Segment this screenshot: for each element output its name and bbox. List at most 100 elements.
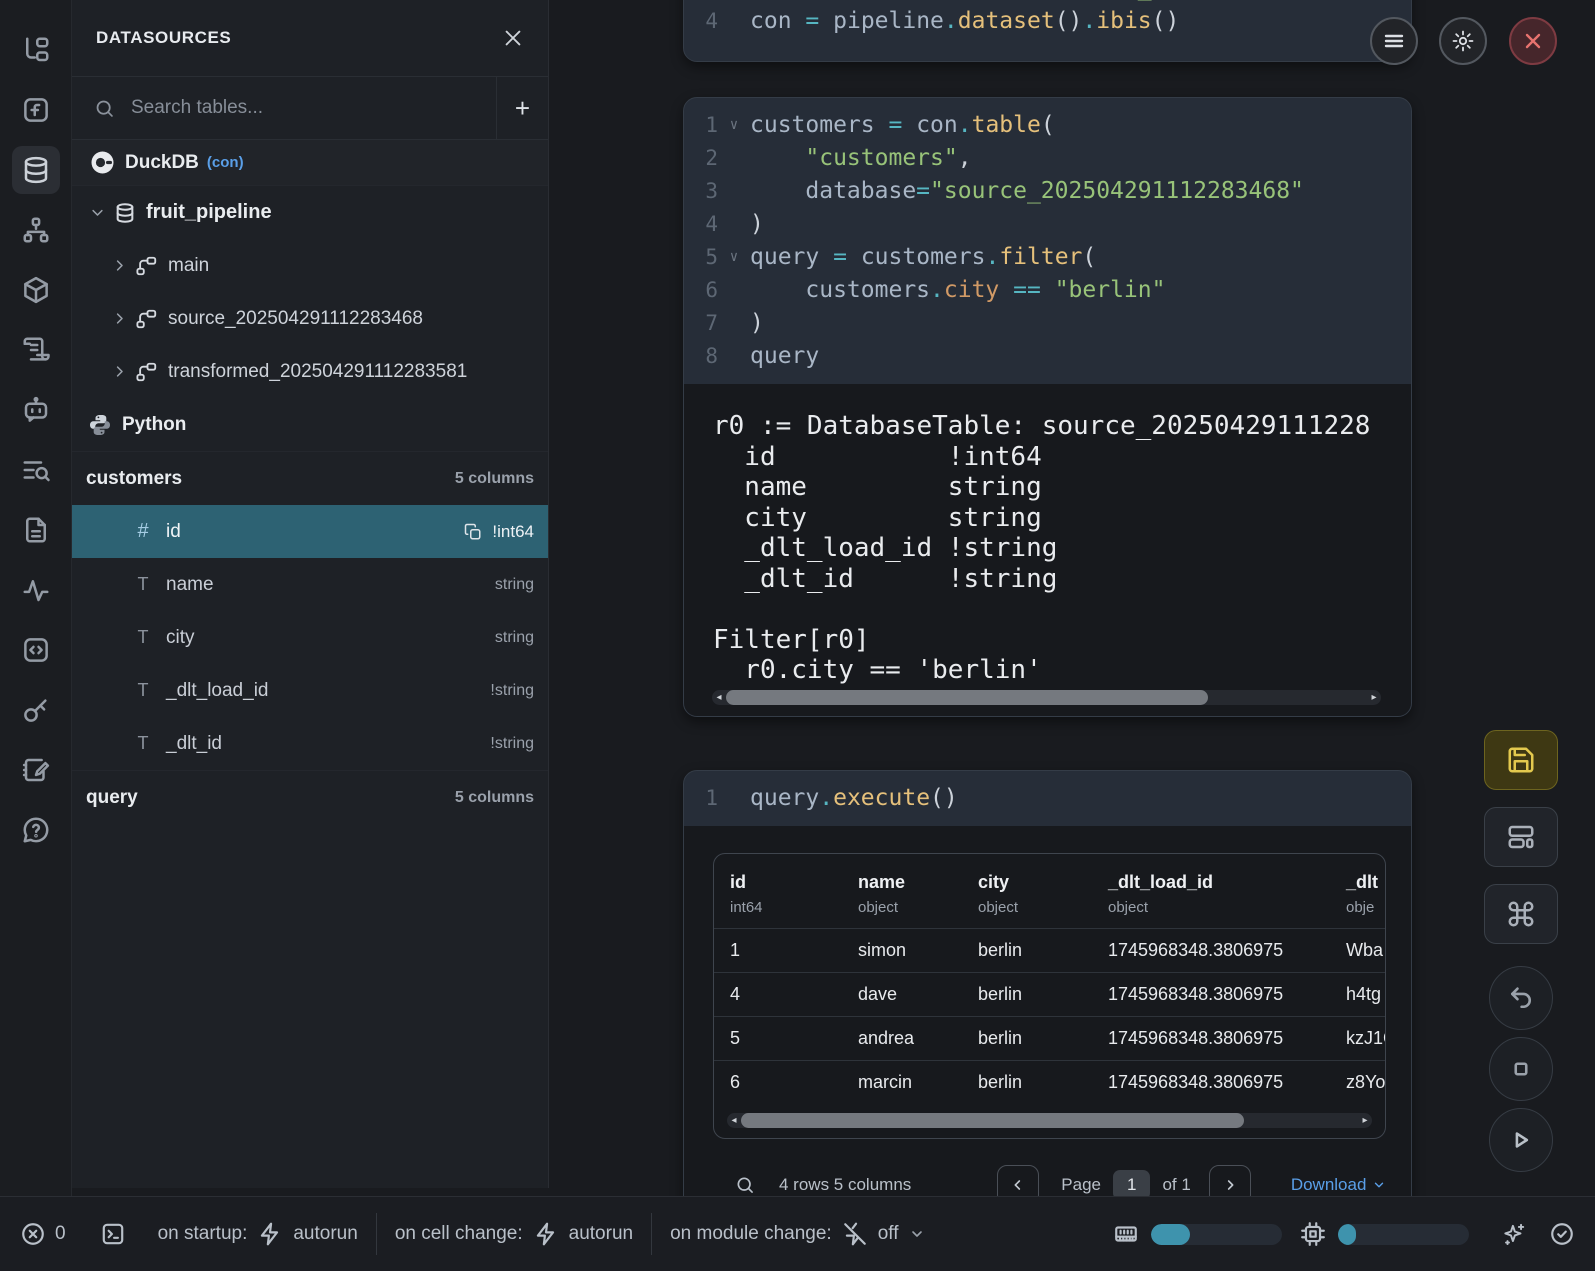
shutdown-button[interactable] [1509,17,1557,65]
on-module-change-value: off [878,1223,899,1245]
table-name: query [86,787,138,809]
column-header[interactable]: idint64 [714,872,842,916]
tree-schema-source[interactable]: source_202504291112283468 [72,292,548,345]
copy-icon[interactable] [464,523,482,541]
table-row[interactable]: 4daveberlin1745968348.3806975h4tg [714,972,1385,1016]
column-header[interactable]: nameobject [842,872,962,916]
code-cell-3[interactable]: 1query.execute() idint64nameobjectcityob… [683,770,1412,1247]
add-datasource-button[interactable]: + [496,77,548,139]
download-link[interactable]: Download [1291,1175,1387,1195]
code-line[interactable]: 2 "customers", [684,141,1411,174]
workflow-icon[interactable] [12,206,60,254]
tree-schema-main[interactable]: main [72,239,548,292]
box-icon[interactable] [12,266,60,314]
code-line[interactable]: 1∨customers = con.table( [684,108,1411,141]
python-section-label: Python [122,414,186,436]
scroll-right-arrow[interactable]: ▸ [1358,1113,1372,1128]
code-line[interactable]: 1query.execute() [684,781,1411,814]
code-line[interactable]: 6 customers.city == "berlin" [684,273,1411,306]
scroll-icon[interactable] [12,326,60,374]
on-module-change-toggle[interactable]: on module change: off [670,1221,924,1247]
undo-button[interactable] [1489,966,1553,1030]
sparkles-icon[interactable] [1501,1221,1527,1247]
column-name: name [166,574,214,596]
scrollbar-thumb[interactable] [741,1113,1244,1128]
save-button[interactable] [1484,730,1558,790]
result-table-body: 1simonberlin1745968348.3806975Wba4davebe… [714,928,1385,1104]
list-search-icon[interactable] [12,446,60,494]
scrollbar-thumb[interactable] [726,690,1208,705]
on-cell-change-label: on cell change: [395,1223,523,1245]
status-bar: 0 on startup: autorun on cell change: au… [0,1196,1595,1271]
key-icon[interactable] [12,686,60,734]
table-header-query[interactable]: query 5 columns [72,770,548,824]
on-cell-change-toggle[interactable]: on cell change: autorun [395,1221,633,1247]
tree-schema-transformed[interactable]: transformed_202504291112283581 [72,345,548,398]
numeric-type-icon: # [132,520,154,543]
code-editor[interactable]: 1∨customers = con.table(2 "customers",3 … [684,98,1411,384]
code-square-icon[interactable] [12,626,60,674]
column-header[interactable]: _dltobje [1330,872,1385,916]
activity-icon[interactable] [12,566,60,614]
terminal-icon[interactable] [100,1221,126,1247]
column-header[interactable]: cityobject [962,872,1092,916]
horizontal-scrollbar[interactable]: ◂ ▸ [712,690,1381,705]
code-editor[interactable]: 3pipeline = dlt.attach("fruit_pipeline")… [684,0,1411,61]
table-row[interactable]: 6marcinberlin1745968348.3806975z8Yo [714,1060,1385,1104]
close-panel-icon[interactable] [502,27,524,49]
layout-button[interactable] [1484,807,1558,867]
search-tables-input[interactable] [131,97,496,119]
python-section[interactable]: Python [72,398,548,451]
connected-check-icon[interactable] [1549,1221,1575,1247]
table-search-icon[interactable] [735,1175,755,1195]
scroll-left-arrow[interactable]: ◂ [712,690,726,705]
code-line[interactable]: 4) [684,207,1411,240]
file-tree-icon[interactable] [12,26,60,74]
on-startup-label: on startup: [158,1223,248,1245]
column-type: !string [490,682,534,700]
schema-icon [136,255,158,277]
scroll-right-arrow[interactable]: ▸ [1367,690,1381,705]
code-line[interactable]: 7) [684,306,1411,339]
stop-button[interactable] [1489,1037,1553,1101]
code-line[interactable]: 8query [684,339,1411,372]
code-editor[interactable]: 1query.execute() [684,771,1411,826]
command-palette-button[interactable] [1484,884,1558,944]
table-column-count: 5 columns [455,470,534,488]
help-circle-icon[interactable] [12,806,60,854]
function-square-icon[interactable] [12,86,60,134]
table-row[interactable]: 5andreaberlin1745968348.3806975kzJ1C [714,1016,1385,1060]
customers-column-list: #id!int64TnamestringTcitystringT_dlt_loa… [72,505,548,770]
horizontal-scrollbar[interactable]: ◂ ▸ [727,1113,1372,1128]
errors-icon[interactable] [20,1221,46,1247]
column-row-city[interactable]: Tcitystring [72,611,548,664]
on-startup-toggle[interactable]: on startup: autorun [158,1221,358,1247]
code-cell-2[interactable]: 1∨customers = con.table(2 "customers",3 … [683,97,1412,717]
error-count: 0 [55,1223,66,1245]
code-line[interactable]: 3 database="source_202504291112283468" [684,174,1411,207]
table-header-customers[interactable]: customers 5 columns [72,451,548,505]
code-cell-1[interactable]: 3pipeline = dlt.attach("fruit_pipeline")… [683,0,1412,62]
settings-button[interactable] [1439,17,1487,65]
column-type: !int64 [492,522,534,542]
run-button[interactable] [1489,1108,1553,1172]
schema-icon [136,308,158,330]
file-text-icon[interactable] [12,506,60,554]
code-line[interactable]: 4con = pipeline.dataset().ibis() [684,4,1411,37]
bot-icon[interactable] [12,386,60,434]
notebook-pen-icon[interactable] [12,746,60,794]
tree-database-fruit-pipeline[interactable]: fruit_pipeline [72,186,548,239]
column-header[interactable]: _dlt_load_idobject [1092,872,1330,916]
table-row[interactable]: 1simonberlin1745968348.3806975Wba [714,928,1385,972]
scroll-left-arrow[interactable]: ◂ [727,1113,741,1128]
connection-duckdb[interactable]: DuckDB (con) [72,140,548,186]
text-type-icon: T [132,680,154,701]
code-line[interactable]: 5∨query = customers.filter( [684,240,1411,273]
database-icon[interactable] [12,146,60,194]
column-row-_dlt_id[interactable]: T_dlt_id!string [72,717,548,770]
column-row-_dlt_load_id[interactable]: T_dlt_load_id!string [72,664,548,717]
cell-menu-button[interactable] [1370,17,1418,65]
column-row-name[interactable]: Tnamestring [72,558,548,611]
table-column-count: 5 columns [455,789,534,807]
column-row-id[interactable]: #id!int64 [72,505,548,558]
